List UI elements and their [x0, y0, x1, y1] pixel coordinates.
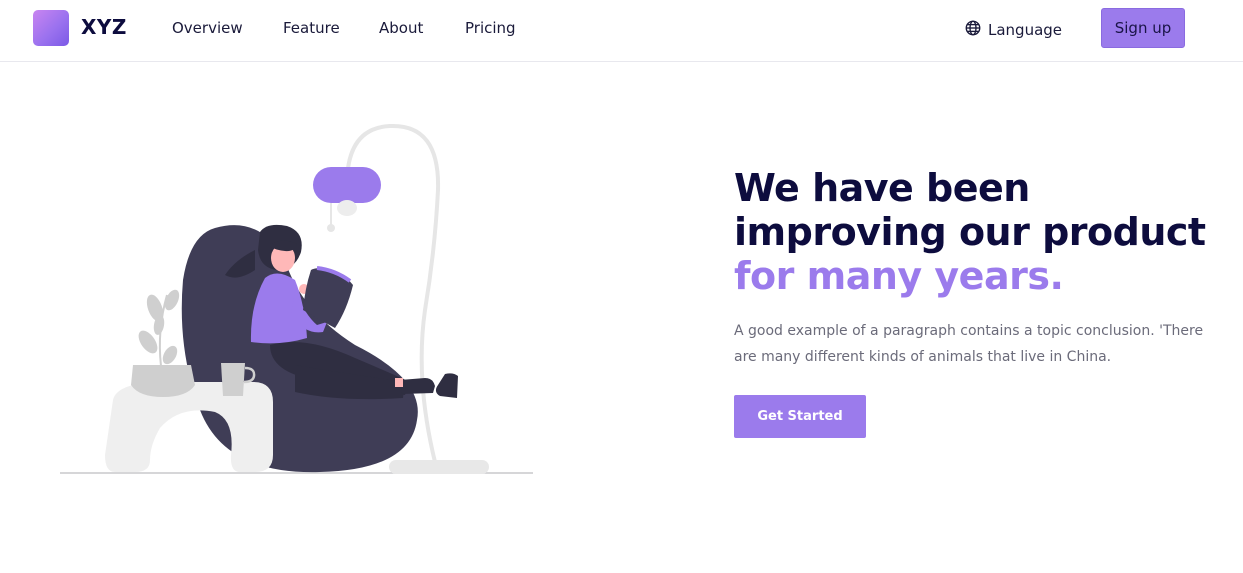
language-label: Language: [988, 21, 1063, 39]
nav-item-overview[interactable]: Overview: [172, 19, 243, 37]
hero-heading-line1: We have been: [734, 166, 1030, 210]
hero-heading-accent: for many years.: [734, 254, 1064, 298]
signup-button[interactable]: Sign up: [1101, 8, 1185, 48]
nav-item-about[interactable]: About: [379, 19, 423, 37]
globe-icon: [964, 19, 982, 41]
top-header: XYZ Overview Feature About Pricing Langu…: [0, 0, 1243, 62]
language-selector[interactable]: Language: [964, 19, 1062, 41]
brand-name[interactable]: XYZ: [81, 15, 127, 39]
nav-item-feature[interactable]: Feature: [283, 19, 340, 37]
get-started-button[interactable]: Get Started: [734, 395, 866, 438]
hero-description: A good example of a paragraph contains a…: [734, 323, 1204, 365]
hero-section: We have been improving our product for m…: [734, 166, 1234, 438]
logo-icon[interactable]: [33, 10, 69, 46]
hero-illustration: [55, 110, 545, 480]
nav-item-pricing[interactable]: Pricing: [465, 19, 516, 37]
hero-heading-line2: improving our product: [734, 210, 1206, 254]
hero-heading: We have been improving our product for m…: [734, 166, 1234, 298]
